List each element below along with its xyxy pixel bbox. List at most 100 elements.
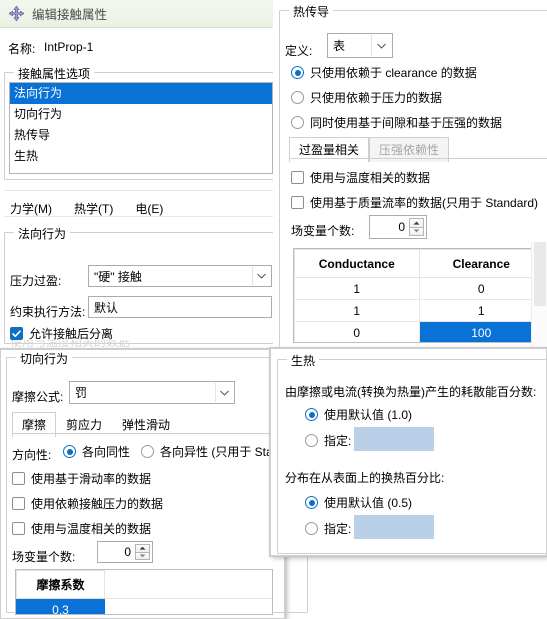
friction-formulation-combo[interactable]: 罚 bbox=[69, 381, 235, 404]
menu-item-mechanical[interactable]: 力学(M) bbox=[10, 200, 52, 217]
use-temperature-data-checkbox[interactable]: 使用与温度相关的数据 bbox=[12, 520, 151, 537]
use-temperature-data-label: 使用与温度相关的数据 bbox=[31, 522, 152, 536]
table-row[interactable]: 1 1 bbox=[294, 299, 544, 322]
fraction-specify-input[interactable] bbox=[354, 427, 434, 451]
column-header-clearance[interactable]: Clearance bbox=[418, 249, 544, 278]
radio-unselected-icon bbox=[291, 116, 304, 129]
name-value[interactable]: IntProp-1 bbox=[44, 40, 93, 54]
menu-bottom-divider bbox=[4, 216, 278, 217]
table-row[interactable]: 1 0 bbox=[294, 277, 544, 300]
distribution-specify-label: 指定: bbox=[324, 522, 352, 536]
use-slip-rate-data-checkbox[interactable]: 使用基于滑动率的数据 bbox=[12, 470, 151, 487]
table-row[interactable]: 0 100 bbox=[294, 321, 544, 342]
cell-friction-coefficient[interactable]: 0.3 bbox=[16, 598, 105, 614]
conductance-temperature-data-checkbox[interactable]: 使用与温度相关的数据 bbox=[291, 169, 430, 186]
directionality-label: 方向性: bbox=[12, 448, 52, 462]
column-header-conductance[interactable]: Conductance bbox=[294, 249, 420, 278]
name-label: 名称: bbox=[8, 42, 36, 56]
heat-generation-panel: 生热 由摩擦或电流(转换为热量)产生的耗散能百分数: 使用默认值 (1.0) 指… bbox=[270, 348, 547, 556]
constraint-method-field[interactable]: 默认 bbox=[88, 296, 272, 318]
cell-clearance[interactable]: 0 bbox=[418, 277, 544, 300]
fraction-default-radio[interactable]: 使用默认值 (1.0) bbox=[305, 406, 412, 423]
conductance-field-vars-label: 场变量个数: bbox=[291, 224, 355, 238]
stepper-down-icon[interactable] bbox=[135, 552, 150, 560]
conductance-temperature-data-label: 使用与温度相关的数据 bbox=[310, 171, 431, 185]
chevron-down-icon[interactable] bbox=[252, 267, 270, 285]
radio-selected-icon bbox=[305, 408, 318, 421]
distribution-specify-radio[interactable]: 指定: bbox=[305, 520, 351, 537]
cell-clearance[interactable]: 100 bbox=[418, 321, 544, 342]
definition-combo[interactable]: 表 bbox=[327, 33, 393, 58]
checkbox-checked-icon bbox=[10, 327, 23, 340]
friction-formulation-value: 罚 bbox=[75, 386, 88, 400]
chevron-down-icon[interactable] bbox=[371, 35, 391, 56]
distribution-specify-input[interactable] bbox=[354, 515, 434, 539]
cell-conductance[interactable]: 0 bbox=[294, 321, 420, 342]
table-row[interactable]: 0.3 bbox=[16, 598, 272, 614]
column-header-blank bbox=[104, 570, 272, 599]
dialog-titlebar: 编辑接触属性 bbox=[0, 0, 281, 28]
tangential-field-vars-stepper[interactable]: 0 bbox=[97, 541, 153, 563]
contact-property-options-list[interactable]: 法向行为 切向行为 热传导 生热 bbox=[9, 82, 273, 174]
directionality-anisotropic-label: 各向异性 (只用于 Sta bbox=[160, 445, 273, 459]
stepper-down-icon[interactable] bbox=[409, 227, 424, 236]
tangential-tabs-underline bbox=[12, 433, 286, 434]
cell-clearance[interactable]: 1 bbox=[418, 299, 544, 322]
menu-item-thermal[interactable]: 热学(T) bbox=[74, 200, 113, 217]
stepper-up-icon[interactable] bbox=[135, 544, 150, 553]
directionality-anisotropic-radio[interactable]: 各向异性 (只用于 Sta bbox=[141, 443, 273, 460]
column-header-friction-coefficient[interactable]: 摩擦系数 bbox=[16, 570, 105, 599]
use-contact-pressure-data-checkbox[interactable]: 使用依赖接触压力的数据 bbox=[12, 495, 163, 512]
conductance-field-vars-value: 0 bbox=[398, 220, 405, 234]
radio-selected-icon bbox=[305, 496, 318, 509]
scrollbar-thumb[interactable] bbox=[534, 242, 546, 306]
pressure-overclosure-combo[interactable]: "硬" 接触 bbox=[88, 265, 272, 287]
cell-blank[interactable] bbox=[104, 598, 272, 614]
tangential-field-vars-value: 0 bbox=[124, 545, 131, 559]
constraint-method-label: 约束执行方法: bbox=[10, 305, 86, 319]
definition-label: 定义: bbox=[285, 44, 313, 58]
distribution-default-radio[interactable]: 使用默认值 (0.5) bbox=[305, 494, 412, 511]
tangential-behavior-panel: 切向行为 摩擦公式: 罚 摩擦 剪应力 弹性滑动 方向性: 各向同性 各向异性 … bbox=[0, 349, 308, 619]
cell-conductance[interactable]: 1 bbox=[294, 299, 420, 322]
conductance-tabs-underline bbox=[289, 158, 547, 159]
conductance-mass-flow-data-checkbox[interactable]: 使用基于质量流率的数据(只用于 Standard) bbox=[291, 194, 538, 211]
radio-selected-icon bbox=[63, 445, 76, 458]
tangential-field-vars-label: 场变量个数: bbox=[12, 550, 76, 564]
sidebar-item-tangential-behavior[interactable]: 切向行为 bbox=[10, 104, 272, 125]
move-arrows-icon bbox=[8, 5, 25, 22]
pressure-overclosure-label: 压力过盈: bbox=[10, 274, 62, 288]
normal-behavior-title: 法向行为 bbox=[14, 225, 71, 242]
pressure-only-radio[interactable]: 只使用依赖于压力的数据 bbox=[291, 89, 442, 106]
clearance-only-radio[interactable]: 只使用依赖于 clearance 的数据 bbox=[291, 64, 477, 81]
stepper-buttons[interactable] bbox=[409, 218, 424, 236]
directionality-isotropic-radio[interactable]: 各向同性 bbox=[63, 443, 130, 460]
menubar[interactable]: 力学(M) 热学(T) 电(E) bbox=[10, 200, 163, 217]
stepper-up-icon[interactable] bbox=[409, 218, 424, 228]
thermal-conductance-panel: 热传导 定义: 表 只使用依赖于 clearance 的数据 只使用依赖于压力的… bbox=[273, 0, 547, 355]
conductance-mass-flow-data-label: 使用基于质量流率的数据(只用于 Standard) bbox=[310, 196, 539, 210]
checkbox-unchecked-icon bbox=[12, 472, 25, 485]
both-clearance-pressure-radio[interactable]: 同时使用基于间隙和基于压强的数据 bbox=[291, 114, 502, 131]
use-slip-rate-data-label: 使用基于滑动率的数据 bbox=[31, 472, 152, 486]
heat-generation-title: 生热 bbox=[287, 352, 320, 369]
cell-conductance[interactable]: 1 bbox=[294, 277, 420, 300]
conductance-field-vars-stepper[interactable]: 0 bbox=[369, 215, 427, 239]
sidebar-item-heat-generation[interactable]: 生热 bbox=[10, 146, 272, 167]
conductance-table[interactable]: Conductance Clearance 1 0 1 1 0 100 bbox=[293, 248, 545, 343]
both-clearance-pressure-label: 同时使用基于间隙和基于压强的数据 bbox=[310, 116, 503, 130]
stepper-buttons[interactable] bbox=[135, 544, 150, 560]
checkbox-unchecked-icon bbox=[291, 171, 304, 184]
tangential-behavior-title: 切向行为 bbox=[16, 350, 73, 367]
menu-item-electrical[interactable]: 电(E) bbox=[135, 200, 163, 217]
directionality-isotropic-label: 各向同性 bbox=[82, 445, 131, 459]
conductance-vertical-scrollbar[interactable] bbox=[531, 242, 547, 350]
table-header-row: Conductance Clearance bbox=[294, 249, 544, 278]
sidebar-item-thermal-conductance[interactable]: 热传导 bbox=[10, 125, 272, 146]
clipped-row: 使用与温度相关的数据 bbox=[10, 340, 131, 347]
fraction-specify-radio[interactable]: 指定: bbox=[305, 432, 351, 449]
chevron-down-icon[interactable] bbox=[215, 383, 233, 402]
friction-coefficient-table[interactable]: 摩擦系数 0.3 bbox=[15, 569, 273, 615]
radio-unselected-icon bbox=[291, 91, 304, 104]
sidebar-item-normal-behavior[interactable]: 法向行为 bbox=[10, 83, 272, 104]
